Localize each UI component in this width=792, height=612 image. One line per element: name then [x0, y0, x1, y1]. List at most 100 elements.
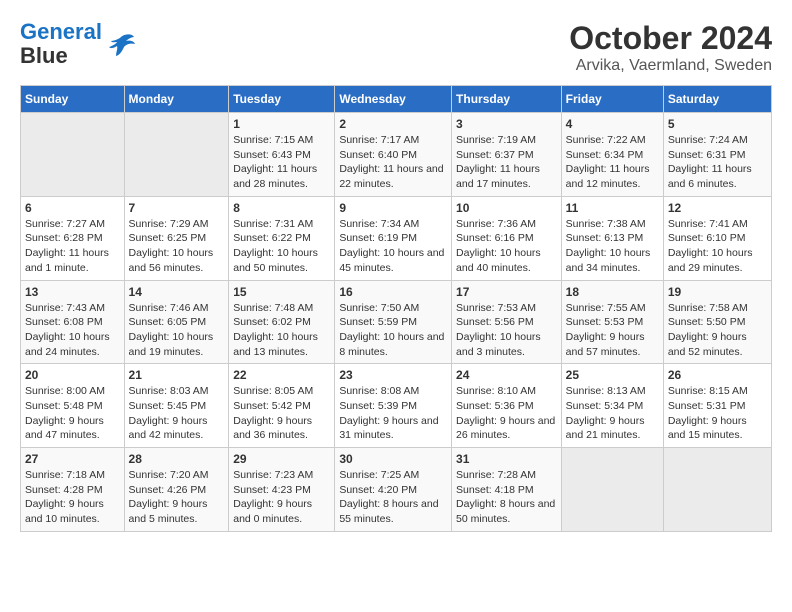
day-info: Sunrise: 7:50 AMSunset: 5:59 PMDaylight:… [339, 301, 447, 360]
day-info: Sunrise: 7:38 AMSunset: 6:13 PMDaylight:… [566, 217, 659, 276]
day-number: 20 [25, 368, 120, 382]
day-number: 9 [339, 201, 447, 215]
day-info: Sunrise: 7:34 AMSunset: 6:19 PMDaylight:… [339, 217, 447, 276]
calendar-cell: 2 Sunrise: 7:17 AMSunset: 6:40 PMDaylight… [335, 113, 452, 197]
calendar-cell: 1Sunrise: 7:15 AMSunset: 6:43 PMDaylight… [229, 113, 335, 197]
logo: GeneralBlue [20, 20, 136, 68]
calendar-cell: 8 Sunrise: 7:31 AMSunset: 6:22 PMDaylight… [229, 196, 335, 280]
header-sunday: Sunday [21, 86, 125, 113]
calendar-cell: 9 Sunrise: 7:34 AMSunset: 6:19 PMDaylight… [335, 196, 452, 280]
day-number: 17 [456, 285, 557, 299]
day-number: 16 [339, 285, 447, 299]
day-number: 19 [668, 285, 767, 299]
day-number: 25 [566, 368, 659, 382]
day-info: Sunrise: 7:15 AMSunset: 6:43 PMDaylight:… [233, 133, 330, 192]
day-info: Sunrise: 8:08 AMSunset: 5:39 PMDaylight:… [339, 384, 447, 443]
calendar-cell: 25 Sunrise: 8:13 AMSunset: 5:34 PMDayligh… [561, 364, 663, 448]
calendar-cell: 6Sunrise: 7:27 AMSunset: 6:28 PMDaylight… [21, 196, 125, 280]
day-info: Sunrise: 8:05 AMSunset: 5:42 PMDaylight:… [233, 384, 330, 443]
calendar-cell: 16 Sunrise: 7:50 AMSunset: 5:59 PMDayligh… [335, 280, 452, 364]
day-number: 23 [339, 368, 447, 382]
calendar-cell: 20Sunrise: 8:00 AMSunset: 5:48 PMDayligh… [21, 364, 125, 448]
header-friday: Friday [561, 86, 663, 113]
day-info: Sunrise: 7:48 AMSunset: 6:02 PMDaylight:… [233, 301, 330, 360]
day-number: 22 [233, 368, 330, 382]
calendar-cell: 15 Sunrise: 7:48 AMSunset: 6:02 PMDayligh… [229, 280, 335, 364]
day-info: Sunrise: 7:58 AMSunset: 5:50 PMDaylight:… [668, 301, 767, 360]
week-row-2: 6Sunrise: 7:27 AMSunset: 6:28 PMDaylight… [21, 196, 772, 280]
day-number: 8 [233, 201, 330, 215]
header-monday: Monday [124, 86, 229, 113]
calendar-cell: 14 Sunrise: 7:46 AMSunset: 6:05 PMDayligh… [124, 280, 229, 364]
day-number: 11 [566, 201, 659, 215]
day-info: Sunrise: 8:03 AMSunset: 5:45 PMDaylight:… [129, 384, 225, 443]
calendar-cell: 5Sunrise: 7:24 AMSunset: 6:31 PMDaylight… [663, 113, 771, 197]
week-row-3: 13Sunrise: 7:43 AMSunset: 6:08 PMDayligh… [21, 280, 772, 364]
calendar-cell: 22 Sunrise: 8:05 AMSunset: 5:42 PMDayligh… [229, 364, 335, 448]
calendar-cell: 23 Sunrise: 8:08 AMSunset: 5:39 PMDayligh… [335, 364, 452, 448]
calendar-cell: 30Sunrise: 7:25 AMSunset: 4:20 PMDayligh… [335, 448, 452, 532]
day-info: Sunrise: 7:36 AMSunset: 6:16 PMDaylight:… [456, 217, 557, 276]
calendar-cell: 29 Sunrise: 7:23 AMSunset: 4:23 PMDayligh… [229, 448, 335, 532]
calendar-cell [21, 113, 125, 197]
day-number: 18 [566, 285, 659, 299]
day-info: Sunrise: 7:17 AMSunset: 6:40 PMDaylight:… [339, 133, 447, 192]
page-header: GeneralBlue October 2024 Arvika, Vaermla… [20, 20, 772, 75]
calendar-cell: 7Sunrise: 7:29 AMSunset: 6:25 PMDaylight… [124, 196, 229, 280]
day-number: 27 [25, 452, 120, 466]
day-number: 10 [456, 201, 557, 215]
calendar-cell: 18 Sunrise: 7:55 AMSunset: 5:53 PMDayligh… [561, 280, 663, 364]
day-info: Sunrise: 8:15 AMSunset: 5:31 PMDaylight:… [668, 384, 767, 443]
day-info: Sunrise: 8:10 AMSunset: 5:36 PMDaylight:… [456, 384, 557, 443]
day-info: Sunrise: 7:19 AMSunset: 6:37 PMDaylight:… [456, 133, 557, 192]
day-number: 4 [566, 117, 659, 131]
calendar-cell: 4 Sunrise: 7:22 AMSunset: 6:34 PMDaylight… [561, 113, 663, 197]
day-number: 30 [339, 452, 447, 466]
title-block: October 2024 Arvika, Vaermland, Sweden [569, 20, 772, 75]
day-info: Sunrise: 7:43 AMSunset: 6:08 PMDaylight:… [25, 301, 120, 360]
day-info: Sunrise: 7:28 AMSunset: 4:18 PMDaylight:… [456, 468, 557, 527]
calendar-cell: 13Sunrise: 7:43 AMSunset: 6:08 PMDayligh… [21, 280, 125, 364]
calendar-cell [124, 113, 229, 197]
calendar-title: October 2024 [569, 20, 772, 57]
day-number: 3 [456, 117, 557, 131]
calendar-cell: 11 Sunrise: 7:38 AMSunset: 6:13 PMDayligh… [561, 196, 663, 280]
day-number: 2 [339, 117, 447, 131]
header-saturday: Saturday [663, 86, 771, 113]
day-number: 28 [129, 452, 225, 466]
calendar-cell: 12Sunrise: 7:41 AMSunset: 6:10 PMDayligh… [663, 196, 771, 280]
day-number: 14 [129, 285, 225, 299]
day-info: Sunrise: 7:22 AMSunset: 6:34 PMDaylight:… [566, 133, 659, 192]
day-info: Sunrise: 7:46 AMSunset: 6:05 PMDaylight:… [129, 301, 225, 360]
day-info: Sunrise: 7:31 AMSunset: 6:22 PMDaylight:… [233, 217, 330, 276]
day-info: Sunrise: 8:13 AMSunset: 5:34 PMDaylight:… [566, 384, 659, 443]
calendar-cell: 3 Sunrise: 7:19 AMSunset: 6:37 PMDaylight… [452, 113, 562, 197]
day-info: Sunrise: 7:55 AMSunset: 5:53 PMDaylight:… [566, 301, 659, 360]
calendar-header-row: SundayMondayTuesdayWednesdayThursdayFrid… [21, 86, 772, 113]
day-number: 31 [456, 452, 557, 466]
calendar-cell: 17 Sunrise: 7:53 AMSunset: 5:56 PMDayligh… [452, 280, 562, 364]
calendar-subtitle: Arvika, Vaermland, Sweden [569, 57, 772, 75]
day-info: Sunrise: 7:23 AMSunset: 4:23 PMDaylight:… [233, 468, 330, 527]
day-info: Sunrise: 7:53 AMSunset: 5:56 PMDaylight:… [456, 301, 557, 360]
week-row-4: 20Sunrise: 8:00 AMSunset: 5:48 PMDayligh… [21, 364, 772, 448]
day-number: 15 [233, 285, 330, 299]
day-number: 5 [668, 117, 767, 131]
day-info: Sunrise: 7:20 AMSunset: 4:26 PMDaylight:… [129, 468, 225, 527]
calendar-cell: 24 Sunrise: 8:10 AMSunset: 5:36 PMDayligh… [452, 364, 562, 448]
header-wednesday: Wednesday [335, 86, 452, 113]
calendar-cell: 31 Sunrise: 7:28 AMSunset: 4:18 PMDayligh… [452, 448, 562, 532]
calendar-cell: 28 Sunrise: 7:20 AMSunset: 4:26 PMDayligh… [124, 448, 229, 532]
day-number: 12 [668, 201, 767, 215]
day-number: 26 [668, 368, 767, 382]
day-number: 24 [456, 368, 557, 382]
calendar-cell [663, 448, 771, 532]
logo-text: GeneralBlue [20, 20, 102, 68]
day-number: 29 [233, 452, 330, 466]
day-number: 21 [129, 368, 225, 382]
week-row-5: 27Sunrise: 7:18 AMSunset: 4:28 PMDayligh… [21, 448, 772, 532]
calendar-cell: 27Sunrise: 7:18 AMSunset: 4:28 PMDayligh… [21, 448, 125, 532]
day-number: 7 [129, 201, 225, 215]
calendar-table: SundayMondayTuesdayWednesdayThursdayFrid… [20, 85, 772, 532]
calendar-cell [561, 448, 663, 532]
